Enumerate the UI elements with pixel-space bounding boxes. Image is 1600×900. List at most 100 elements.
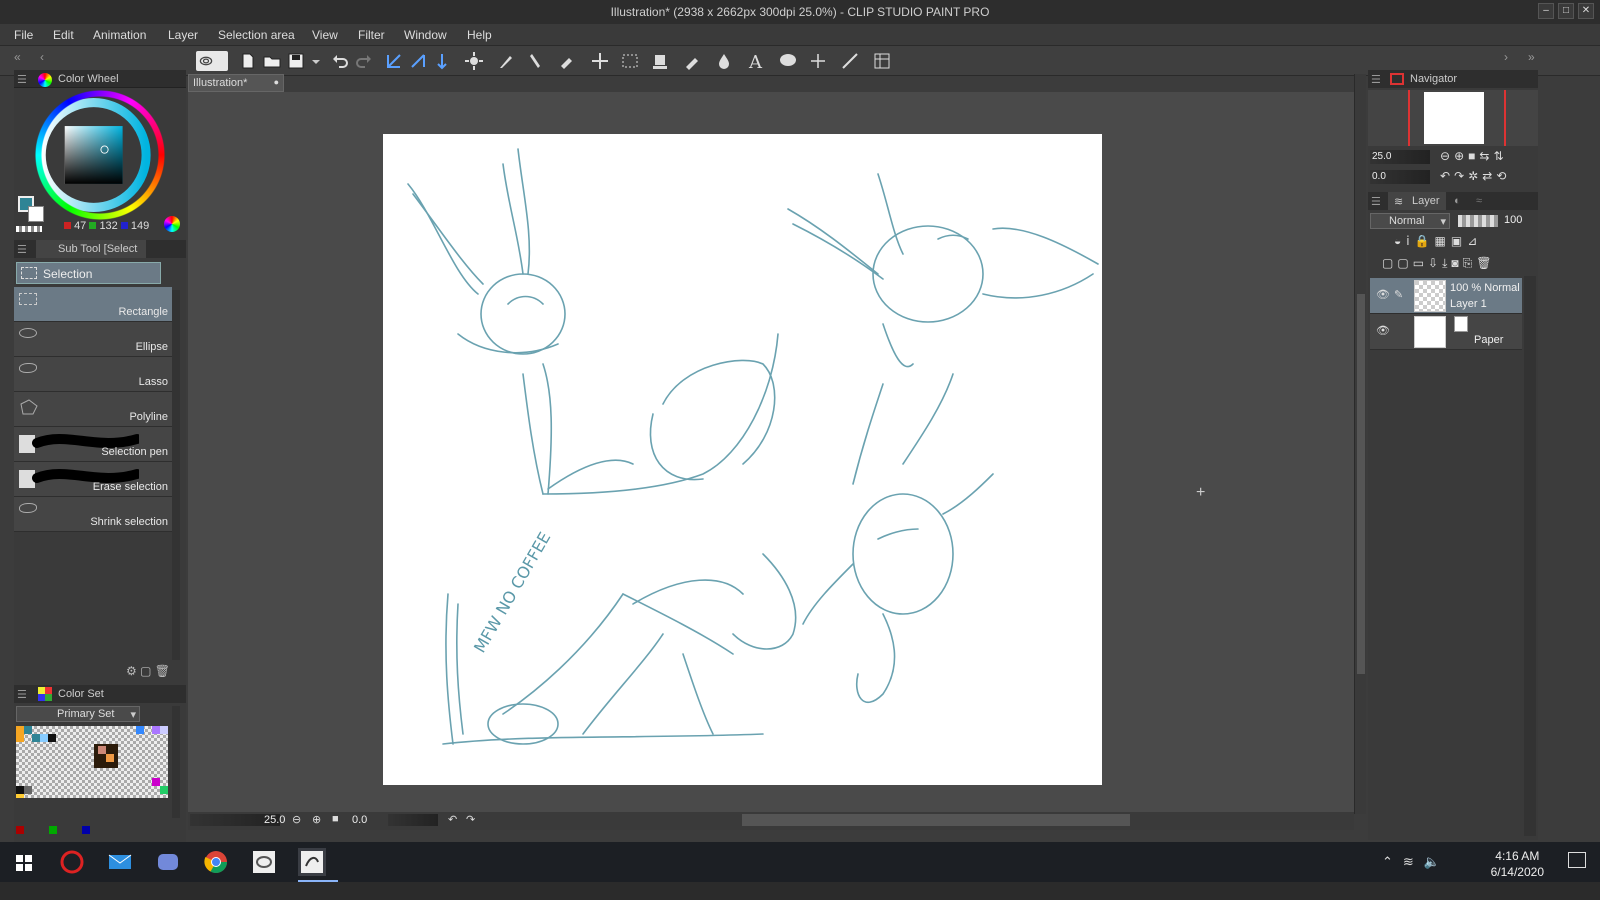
sub-tool-shrink-selection[interactable]: Shrink selection (14, 497, 172, 532)
sub-tool-delete-icon[interactable]: 🗑 (155, 664, 170, 678)
nav-rotate-right-icon[interactable]: ↷ (1454, 169, 1468, 183)
navigator-tab-icon[interactable] (1390, 73, 1404, 85)
mail-icon[interactable] (106, 848, 134, 876)
color-swatch-green[interactable] (48, 826, 57, 834)
settings-sun-icon[interactable] (464, 51, 484, 71)
sub-tool-lasso[interactable]: Lasso (14, 357, 172, 392)
nav-zoom-in-icon[interactable]: ⊕ (1454, 149, 1468, 163)
text-tool-icon[interactable]: A (746, 51, 766, 73)
hue-ring-fill[interactable] (34, 90, 166, 220)
nav-flip-v-icon[interactable]: ⇅ (1493, 149, 1507, 163)
sub-tool-polyline[interactable]: Polyline (14, 392, 172, 427)
ruler-icon[interactable] (872, 51, 892, 71)
close-button[interactable]: ✕ (1578, 3, 1594, 19)
ruler-snap-icon[interactable] (408, 51, 428, 71)
nav-fit-icon[interactable]: ■ (1468, 149, 1479, 163)
sub-tool-ellipse[interactable]: Ellipse (14, 322, 172, 357)
move-tool-icon[interactable] (590, 51, 610, 71)
sub-tool-rectangle[interactable]: Rectangle (14, 287, 172, 322)
lock-layer-icon[interactable]: 🔒 (1415, 234, 1435, 248)
blend-mode-select[interactable]: Normal ▾ (1370, 213, 1450, 229)
menu-file[interactable]: File (14, 28, 33, 42)
navigator-zoom-slider[interactable]: 25.0 (1370, 150, 1430, 164)
clip-studio-paint-taskbar-icon[interactable] (298, 848, 326, 876)
menu-help[interactable]: Help (467, 28, 492, 42)
clip-studio-taskbar-icon[interactable] (250, 848, 278, 876)
chrome-icon[interactable] (202, 848, 230, 876)
move-down-icon[interactable]: ⇩ (1428, 256, 1442, 270)
navigator-rotation-slider[interactable]: 0.0 (1370, 170, 1430, 184)
reference-layer-icon[interactable]: ⅰ (1406, 234, 1414, 248)
color-swatch-blue[interactable] (81, 826, 90, 834)
copy-layer-icon[interactable]: ⎘ (1463, 256, 1477, 270)
nav-reset-icon[interactable]: ⟲ (1496, 169, 1510, 183)
menu-window[interactable]: Window (404, 28, 447, 42)
tray-chevron-icon[interactable]: ⌃ (1382, 854, 1403, 869)
balloon-icon[interactable] (778, 51, 798, 71)
color-swatch-red[interactable] (16, 826, 24, 834)
windows-start-icon[interactable] (10, 848, 38, 876)
sub-tool-copy-icon[interactable]: ▢ (140, 664, 151, 678)
taskbar-clock[interactable]: 4:16 AM 6/14/2020 (1491, 848, 1544, 880)
rotate-right-icon[interactable]: ↷ (466, 813, 475, 826)
new-file-icon[interactable] (238, 51, 258, 71)
menu-filter[interactable]: Filter (358, 28, 385, 42)
color-wheel-panel-title[interactable]: Color Wheel (58, 73, 119, 85)
canvas-horizontal-scrollbar[interactable] (742, 814, 1130, 826)
red-app-icon[interactable] (58, 848, 86, 876)
layer-scrollbar[interactable] (1524, 276, 1536, 836)
lock-transparent-icon[interactable]: ▦ (1435, 234, 1451, 248)
minimize-button[interactable]: – (1538, 3, 1554, 19)
clip-studio-icon[interactable] (196, 51, 228, 71)
color-set-swatches[interactable] (16, 726, 168, 798)
sub-tool-panel-title[interactable]: Sub Tool [Select (58, 243, 137, 255)
mask-icon[interactable]: ▣ (1451, 234, 1467, 248)
selection-tool-icon[interactable] (620, 51, 640, 71)
opacity-slider[interactable] (1458, 215, 1498, 227)
close-tab-icon[interactable]: ● (274, 77, 279, 87)
layer-row-layer-1[interactable]: 👁 ✎ 100 % Normal Layer 1 (1370, 278, 1522, 314)
clip-layer-icon[interactable]: ◒ (1394, 234, 1406, 248)
save-icon[interactable] (286, 51, 306, 71)
panel-right-arrow-icon[interactable]: › (1504, 50, 1508, 64)
action-center-icon[interactable] (1568, 852, 1586, 868)
nav-zoom-out-icon[interactable]: ⊖ (1440, 149, 1454, 163)
layer-property-tab-icon[interactable]: ◐ (1454, 195, 1461, 207)
menu-view[interactable]: View (312, 28, 338, 42)
save-dropdown-icon[interactable] (306, 51, 320, 71)
sub-color-swatch[interactable] (28, 206, 44, 222)
new-vector-layer-icon[interactable]: ▢ (1397, 256, 1412, 270)
menu-animation[interactable]: Animation (93, 28, 146, 42)
menu-layer[interactable]: Layer (168, 28, 198, 42)
visibility-eye-icon[interactable]: 👁 (1376, 324, 1390, 337)
color-set-scrollbar[interactable] (172, 706, 180, 818)
zoom-out-icon[interactable]: ⊖ (292, 813, 301, 826)
fit-icon[interactable]: ■ (332, 813, 339, 825)
collapse-left-icon[interactable]: « (14, 50, 21, 64)
sub-tool-settings-icon[interactable]: ⚙ (126, 664, 137, 678)
open-folder-icon[interactable] (262, 51, 282, 71)
navigator-panel-title[interactable]: Navigator (1410, 73, 1457, 85)
layer-mask-icon[interactable]: ◙ (1451, 256, 1462, 270)
sub-tool-group-selection[interactable]: Selection (16, 262, 161, 284)
wifi-icon[interactable]: ≋ (1403, 854, 1424, 869)
correct-line-icon[interactable] (808, 51, 828, 71)
nav-rotate-left-icon[interactable]: ↶ (1440, 169, 1454, 183)
color-set-tab-icon[interactable] (38, 687, 52, 701)
pen-tool-icon[interactable] (526, 51, 546, 71)
nav-reset-rotation-icon[interactable]: ✲ (1468, 169, 1482, 183)
color-wheel-tab-icon[interactable] (38, 73, 52, 87)
collapse-right-icon[interactable]: » (1528, 50, 1535, 64)
color-mode-icon[interactable] (164, 216, 180, 232)
layer-row-paper[interactable]: 👁 Paper (1370, 314, 1522, 350)
layer-tab-icon[interactable]: ≋ (1394, 195, 1403, 208)
blend-drop-icon[interactable] (714, 51, 734, 71)
stamp-icon[interactable] (650, 51, 670, 71)
rotate-left-icon[interactable]: ↶ (448, 813, 457, 826)
eyedropper-icon[interactable] (496, 51, 516, 71)
undo-icon[interactable] (330, 51, 350, 71)
color-set-select[interactable]: Primary Set ▾ (16, 706, 140, 722)
nav-flip-h-icon[interactable]: ⇆ (1479, 149, 1493, 163)
document-tab[interactable]: Illustration* ● (188, 74, 284, 92)
merge-down-icon[interactable]: ⤓ (1442, 256, 1451, 270)
